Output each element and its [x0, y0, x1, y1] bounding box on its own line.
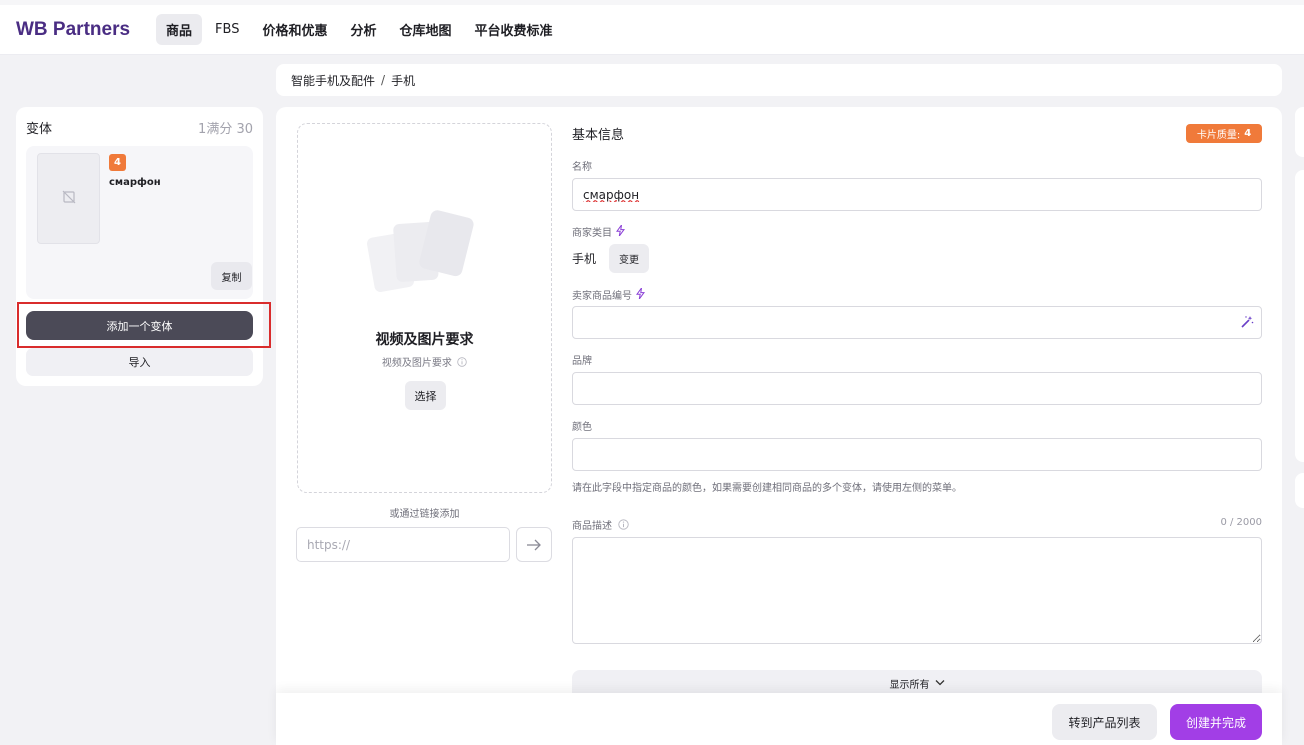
brand-label-text: 品牌 — [572, 356, 592, 367]
right-edge-card — [1295, 473, 1304, 508]
variants-title: 变体 — [26, 122, 53, 137]
chevron-down-icon — [935, 678, 945, 689]
bolt-icon — [616, 224, 625, 239]
brand-label: 品牌 — [572, 352, 592, 367]
color-label-text: 颜色 — [572, 422, 592, 433]
description-label-text: 商品描述 — [572, 521, 612, 532]
card-quality-badge: 卡片质量: 4 — [1186, 124, 1262, 143]
right-edge-card — [1295, 107, 1304, 157]
vendor-code-label-text: 卖家商品编号 — [572, 291, 632, 302]
top-nav: WB Partners 商品 FBS 价格和优惠 分析 仓库地图 平台收费标准 — [0, 0, 1304, 55]
name-label: 名称 — [572, 158, 592, 173]
vendor-code-label: 卖家商品编号 — [572, 287, 645, 302]
nav-item-fees[interactable]: 平台收费标准 — [465, 14, 563, 45]
media-url-input[interactable] — [296, 527, 510, 562]
card-quality-label: 卡片质量: — [1196, 130, 1241, 141]
bolt-icon — [636, 287, 645, 302]
right-edge-card — [1295, 170, 1304, 462]
nav-item-analytics[interactable]: 分析 — [340, 14, 386, 45]
category-label: 商家类目 — [572, 224, 625, 239]
add-variant-button[interactable]: 添加一个变体 — [26, 311, 253, 340]
nav-item-products[interactable]: 商品 — [156, 14, 203, 45]
description-label: 商品描述 — [572, 517, 629, 532]
color-label: 颜色 — [572, 418, 592, 433]
copy-button[interactable]: 复制 — [211, 262, 252, 290]
create-and-finish-button[interactable]: 创建并完成 — [1170, 704, 1262, 740]
info-icon[interactable] — [457, 356, 467, 370]
go-to-product-list-button[interactable]: 转到产品列表 — [1052, 704, 1157, 740]
media-dropzone[interactable]: 视频及图片要求 视频及图片要求 选择 — [297, 123, 552, 493]
add-url-button[interactable] — [516, 527, 552, 562]
breadcrumb: 智能手机及配件 / 手机 — [276, 64, 1282, 96]
section-title-basic-info: 基本信息 — [572, 128, 625, 143]
nav-item-fbs[interactable]: FBS — [205, 16, 249, 43]
show-all-label: 显示所有 — [889, 679, 930, 691]
variant-name: смарфон — [109, 177, 161, 188]
image-stack-icon — [366, 210, 474, 292]
variant-thumbnail[interactable] — [37, 153, 100, 244]
breadcrumb-subcategory[interactable]: 手机 — [391, 72, 415, 89]
no-image-icon — [62, 189, 76, 208]
nav-item-warehouse-map[interactable]: 仓库地图 — [390, 14, 462, 45]
description-textarea[interactable] — [572, 537, 1262, 644]
color-hint: 请在此字段中指定商品的颜色，如果需要创建相同商品的多个变体，请使用左侧的菜单。 — [572, 483, 962, 494]
variants-count: 1满分 30 — [198, 122, 253, 137]
brand-field[interactable] — [572, 372, 1262, 405]
info-icon[interactable] — [618, 519, 629, 530]
category-label-text: 商家类目 — [572, 228, 612, 239]
breadcrumb-separator: / — [381, 73, 386, 87]
nav-item-prices[interactable]: 价格和优惠 — [252, 14, 337, 45]
media-subtitle: 视频及图片要求 — [298, 354, 551, 370]
change-category-button[interactable]: 变更 — [609, 244, 649, 273]
arrow-right-icon — [527, 539, 541, 550]
app-logo[interactable]: WB Partners — [16, 19, 130, 41]
vendor-code-field[interactable] — [572, 306, 1262, 339]
media-subtitle-text: 视频及图片要求 — [381, 358, 452, 369]
description-char-counter: 0 / 2000 — [1220, 517, 1262, 528]
card-quality-value: 4 — [1244, 128, 1252, 139]
select-media-button[interactable]: 选择 — [405, 381, 446, 410]
magic-wand-icon[interactable] — [1240, 314, 1254, 333]
quality-badge-small: 4 — [109, 154, 126, 171]
color-field[interactable] — [572, 438, 1262, 471]
add-by-link-label: 或通过链接添加 — [389, 509, 460, 520]
media-title: 视频及图片要求 — [375, 332, 474, 348]
breadcrumb-category[interactable]: 智能手机及配件 — [291, 72, 375, 89]
name-label-text: 名称 — [572, 162, 592, 173]
import-button[interactable]: 导入 — [26, 348, 253, 376]
name-field[interactable] — [572, 178, 1262, 211]
category-value: 手机 — [572, 252, 597, 266]
